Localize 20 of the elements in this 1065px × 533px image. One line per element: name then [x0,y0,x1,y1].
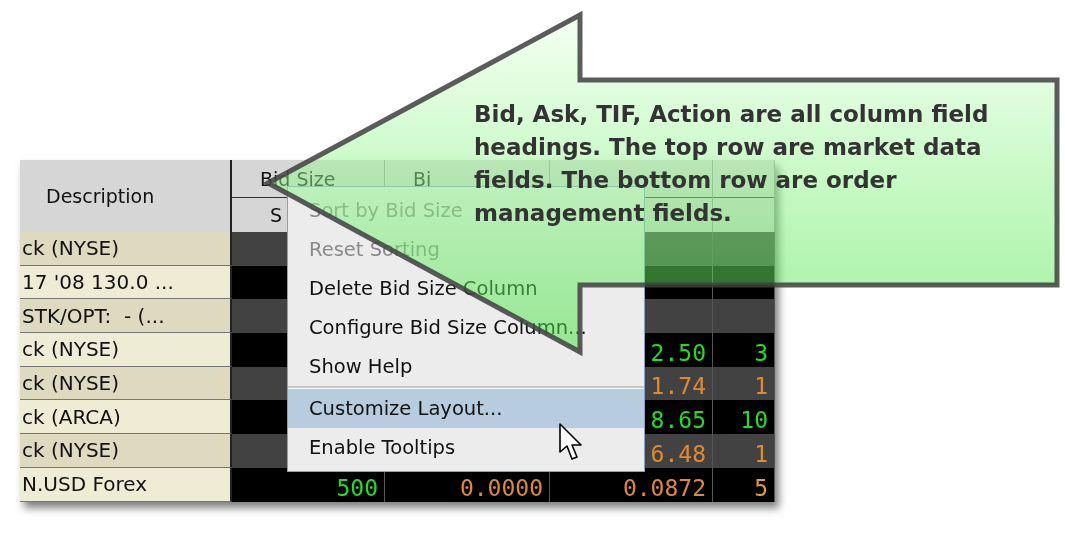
callout-text: Bid, Ask, TIF, Action are all column field headings. The top row are market data fields. The bottom row are order management fields. [474,100,990,228]
table-cell: ck (ARCA) [20,400,232,435]
table-cell [713,299,775,334]
table-cell: 17 '08 130.0 ... [20,265,232,300]
table-cell: 1 [713,434,775,468]
table-cell: ck (NYSE) [20,232,232,266]
table-cell: N.USD Forex [20,467,232,502]
table-cell: 10 [713,400,775,435]
table-cell: 1 [713,366,775,401]
table-cell: STK/OPT: - (... [20,299,232,334]
table-cell: ck (NYSE) [20,333,232,367]
mouse-pointer-icon [558,422,584,462]
table-cell [713,232,775,266]
table-cell: 3 [713,333,775,367]
menu-item[interactable]: Customize Layout... [288,389,644,428]
table-cell: 5 [713,467,775,502]
column-subheader[interactable]: S [270,204,283,226]
table-cell: ck (NYSE) [20,366,232,401]
table-cell: ck (NYSE) [20,434,232,468]
table-cell [713,265,775,300]
